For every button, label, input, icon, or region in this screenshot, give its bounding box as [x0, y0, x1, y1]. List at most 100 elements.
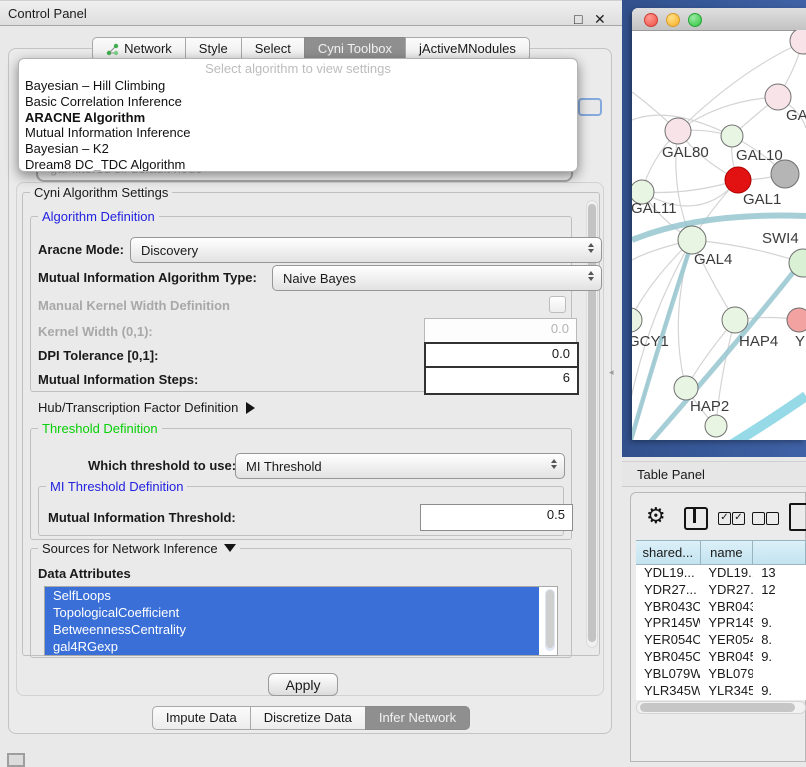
- apply-button[interactable]: Apply: [268, 673, 338, 696]
- table-cell[interactable]: 9.: [753, 683, 806, 700]
- aracne-mode-label: Aracne Mode:: [38, 242, 124, 257]
- panel-splitter-grip[interactable]: ◂: [609, 367, 616, 377]
- table-cell[interactable]: 9.: [753, 615, 806, 632]
- table-hscrollbar-thumb[interactable]: [640, 703, 795, 712]
- dropdown-item[interactable]: Bayesian – Hill Climbing: [19, 78, 577, 94]
- table-cell[interactable]: [753, 666, 806, 683]
- table-cell[interactable]: 9.: [753, 649, 806, 666]
- table-cell[interactable]: YBR043C: [700, 599, 753, 616]
- attribute-list-item[interactable]: BetweennessCentrality: [45, 621, 539, 638]
- table-row[interactable]: YDL19...YDL19...13: [636, 565, 806, 582]
- mi-steps-label: Mutual Information Steps:: [38, 372, 198, 387]
- dropdown-item[interactable]: ARACNE Algorithm: [19, 110, 577, 126]
- kernel-width-label: Kernel Width (0,1):: [38, 324, 153, 339]
- document-icon[interactable]: [789, 503, 806, 531]
- column-header[interactable]: name: [700, 540, 754, 565]
- table-hscrollbar[interactable]: [636, 701, 806, 714]
- mi-steps-field[interactable]: 6: [424, 366, 579, 395]
- mi-threshold-field[interactable]: 0.5: [420, 504, 573, 531]
- table-cell[interactable]: 12: [753, 582, 806, 599]
- network-node[interactable]: [790, 30, 806, 54]
- table-cell[interactable]: YPR145W: [700, 615, 753, 632]
- network-window-titlebar[interactable]: [632, 8, 806, 31]
- tab-impute-data[interactable]: Impute Data: [152, 706, 251, 730]
- attribute-list-item[interactable]: SelfLoops: [45, 587, 539, 604]
- network-node-hap4[interactable]: [722, 307, 748, 333]
- table-cell[interactable]: YDR27...: [636, 582, 700, 599]
- mi-threshold-label: Mutual Information Threshold:: [48, 510, 236, 525]
- table-cell[interactable]: YPR145W: [636, 615, 700, 632]
- table-row[interactable]: YLR345WYLR345W9.: [636, 683, 806, 700]
- table-cell[interactable]: 8.: [753, 632, 806, 649]
- minimize-traffic-light-icon[interactable]: [666, 13, 680, 27]
- table-cell[interactable]: YBR045C: [636, 649, 700, 666]
- table-cell[interactable]: YDR27...: [700, 582, 753, 599]
- table-cell[interactable]: YLR345W: [700, 683, 753, 700]
- table-cell[interactable]: YDL19...: [636, 565, 700, 582]
- table-row[interactable]: YDR27...YDR27...12: [636, 582, 806, 599]
- table-row[interactable]: YIL052CYIL052C9: [636, 699, 806, 700]
- table-cell[interactable]: 13: [753, 565, 806, 582]
- kernel-width-field[interactable]: 0.0: [424, 318, 577, 345]
- dropdown-item[interactable]: Basic Correlation Inference: [19, 94, 577, 110]
- node-label: GAL4: [694, 251, 732, 268]
- tab-discretize-data[interactable]: Discretize Data: [250, 706, 366, 730]
- table-row[interactable]: YBR043CYBR043C: [636, 599, 806, 616]
- network-node-gal4[interactable]: [678, 226, 706, 254]
- table-cell[interactable]: YIL052C: [636, 699, 700, 700]
- network-node-gal10[interactable]: [721, 125, 743, 147]
- network-node-gal80[interactable]: [665, 118, 691, 144]
- dropdown-item[interactable]: Bayesian – K2: [19, 141, 577, 157]
- table-cell[interactable]: YDL19...: [700, 565, 753, 582]
- columns-icon[interactable]: [684, 507, 708, 530]
- table-cell[interactable]: YBR045C: [700, 649, 753, 666]
- table-cell[interactable]: YIL052C: [700, 699, 753, 700]
- close-window-icon[interactable]: ✕: [594, 11, 606, 28]
- table-row[interactable]: YPR145WYPR145W9.: [636, 615, 806, 632]
- column-header[interactable]: shared...: [636, 540, 701, 565]
- network-node-gal1[interactable]: [725, 167, 751, 193]
- zoom-traffic-light-icon[interactable]: [688, 13, 702, 27]
- table-cell[interactable]: 9: [753, 699, 806, 700]
- table-row[interactable]: YBL079WYBL079W: [636, 666, 806, 683]
- table-row[interactable]: YER054CYER054C8.: [636, 632, 806, 649]
- hub-definition-header[interactable]: Hub/Transcription Factor Definition: [38, 400, 255, 415]
- network-node-y[interactable]: [787, 308, 806, 332]
- network-node-hap2[interactable]: [674, 376, 698, 400]
- data-attributes-list[interactable]: SelfLoopsTopologicalCoefficientBetweenne…: [44, 586, 558, 656]
- close-traffic-light-icon[interactable]: [644, 13, 658, 27]
- column-header[interactable]: [752, 540, 806, 565]
- sources-group-header[interactable]: Sources for Network Inference: [38, 541, 240, 556]
- node-label: HAP4: [739, 333, 778, 350]
- dropdown-item[interactable]: Dream8 DC_TDC Algorithm: [19, 157, 577, 172]
- mi-threshold-group-title: MI Threshold Definition: [46, 479, 187, 494]
- table-cell[interactable]: YER054C: [636, 632, 700, 649]
- table-cell[interactable]: YLR345W: [636, 683, 700, 700]
- table-cell[interactable]: YBL079W: [700, 666, 753, 683]
- table-cell[interactable]: [753, 599, 806, 616]
- attributes-scrollbar[interactable]: [545, 589, 555, 651]
- tab-infer-network[interactable]: Infer Network: [365, 706, 470, 730]
- attributes-scrollbar-thumb[interactable]: [546, 590, 554, 648]
- network-node[interactable]: [771, 160, 799, 188]
- gear-icon[interactable]: ⚙: [646, 504, 666, 529]
- aracne-mode-select[interactable]: Discovery: [130, 237, 602, 263]
- network-canvas[interactable]: GALGAL80GAL10GAL1GAL11SWI4GAL4GCY1HAP4YH…: [632, 30, 806, 440]
- unchecked-checkbox-icon[interactable]: [752, 512, 765, 525]
- table-cell[interactable]: YER054C: [700, 632, 753, 649]
- table-cell[interactable]: YBL079W: [636, 666, 700, 683]
- dropdown-item[interactable]: Mutual Information Inference: [19, 125, 577, 141]
- manual-kernel-checkbox[interactable]: [549, 296, 566, 313]
- mi-type-select[interactable]: Naive Bayes: [272, 265, 602, 291]
- attribute-list-item[interactable]: gal4RGexp: [45, 638, 539, 655]
- network-node[interactable]: [705, 415, 727, 437]
- table-row[interactable]: YBR045CYBR045C9.: [636, 649, 806, 666]
- checked-checkbox-icon[interactable]: ✓: [732, 512, 745, 525]
- checked-checkbox-icon[interactable]: ✓: [718, 512, 731, 525]
- unchecked-checkbox-icon[interactable]: [766, 512, 779, 525]
- attribute-list-item[interactable]: TopologicalCoefficient: [45, 604, 539, 621]
- table-cell[interactable]: YBR043C: [636, 599, 700, 616]
- network-node-gcy1[interactable]: [632, 308, 642, 332]
- which-threshold-select[interactable]: MI Threshold: [235, 453, 565, 479]
- float-window-icon[interactable]: □: [574, 11, 582, 27]
